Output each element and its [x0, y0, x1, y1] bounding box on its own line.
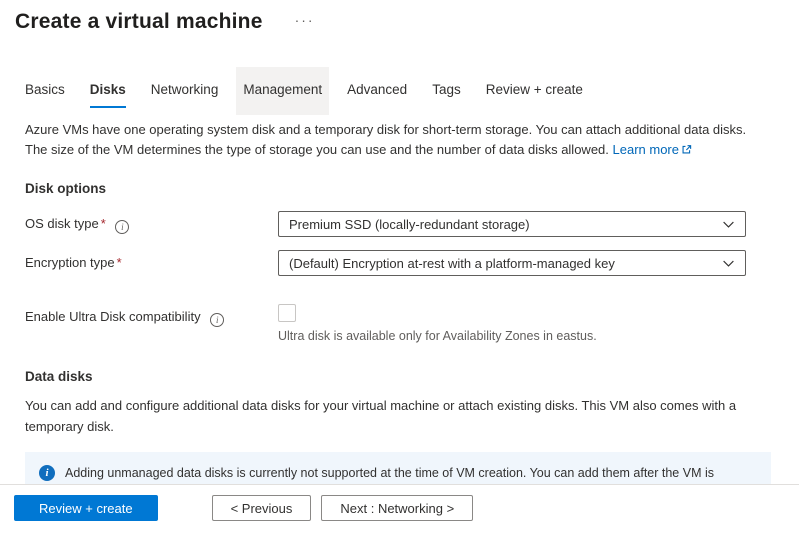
- encryption-type-select[interactable]: (Default) Encryption at-rest with a plat…: [278, 250, 746, 276]
- chevron-down-icon: [722, 257, 735, 270]
- os-disk-type-value: Premium SSD (locally-redundant storage): [289, 217, 714, 232]
- os-disk-type-row: OS disk type* i Premium SSD (locally-red…: [25, 211, 771, 237]
- next-networking-button[interactable]: Next : Networking >: [321, 495, 473, 521]
- required-asterisk: *: [117, 255, 122, 270]
- ultra-disk-label: Enable Ultra Disk compatibility i: [25, 304, 278, 327]
- info-icon[interactable]: i: [115, 220, 129, 234]
- more-options-icon[interactable]: ···: [295, 12, 315, 28]
- tab-basics[interactable]: Basics: [25, 74, 65, 108]
- info-filled-icon: i: [39, 465, 55, 481]
- required-asterisk: *: [101, 216, 106, 231]
- os-disk-type-select[interactable]: Premium SSD (locally-redundant storage): [278, 211, 746, 237]
- tab-tags[interactable]: Tags: [432, 74, 461, 108]
- ultra-disk-row: Enable Ultra Disk compatibility i Ultra …: [25, 304, 771, 343]
- page-header: Create a virtual machine ···: [0, 0, 799, 34]
- encryption-type-value: (Default) Encryption at-rest with a plat…: [289, 256, 714, 271]
- info-icon[interactable]: i: [210, 313, 224, 327]
- page-title: Create a virtual machine: [15, 10, 263, 34]
- ultra-disk-helper-text: Ultra disk is available only for Availab…: [278, 329, 771, 343]
- chevron-down-icon: [722, 218, 735, 231]
- review-create-button[interactable]: Review + create: [14, 495, 158, 521]
- tab-disks[interactable]: Disks: [90, 74, 126, 108]
- previous-button[interactable]: < Previous: [212, 495, 312, 521]
- create-vm-disks-page: { "colors": { "accent": "#0078d4", "link…: [0, 0, 799, 548]
- tab-networking[interactable]: Networking: [151, 74, 219, 108]
- learn-more-link[interactable]: Learn more: [613, 142, 692, 157]
- data-disks-text: You can add and configure additional dat…: [25, 396, 771, 438]
- os-disk-type-label: OS disk type* i: [25, 211, 278, 234]
- tab-bar: Basics Disks Networking Management Advan…: [0, 74, 799, 108]
- tab-content: Azure VMs have one operating system disk…: [0, 120, 799, 517]
- intro-text: Azure VMs have one operating system disk…: [25, 120, 771, 161]
- ultra-disk-checkbox[interactable]: [278, 304, 296, 322]
- tab-advanced[interactable]: Advanced: [347, 74, 407, 108]
- ultra-disk-control: Ultra disk is available only for Availab…: [278, 304, 771, 343]
- encryption-type-row: Encryption type* (Default) Encryption at…: [25, 250, 771, 276]
- footer-bar: Review + create < Previous Next : Networ…: [0, 484, 799, 548]
- data-disks-heading: Data disks: [25, 369, 771, 384]
- encryption-type-label: Encryption type*: [25, 250, 278, 270]
- tab-review-create[interactable]: Review + create: [486, 74, 583, 108]
- disk-options-heading: Disk options: [25, 181, 771, 196]
- external-link-icon: [681, 141, 692, 161]
- tab-management[interactable]: Management: [243, 74, 322, 108]
